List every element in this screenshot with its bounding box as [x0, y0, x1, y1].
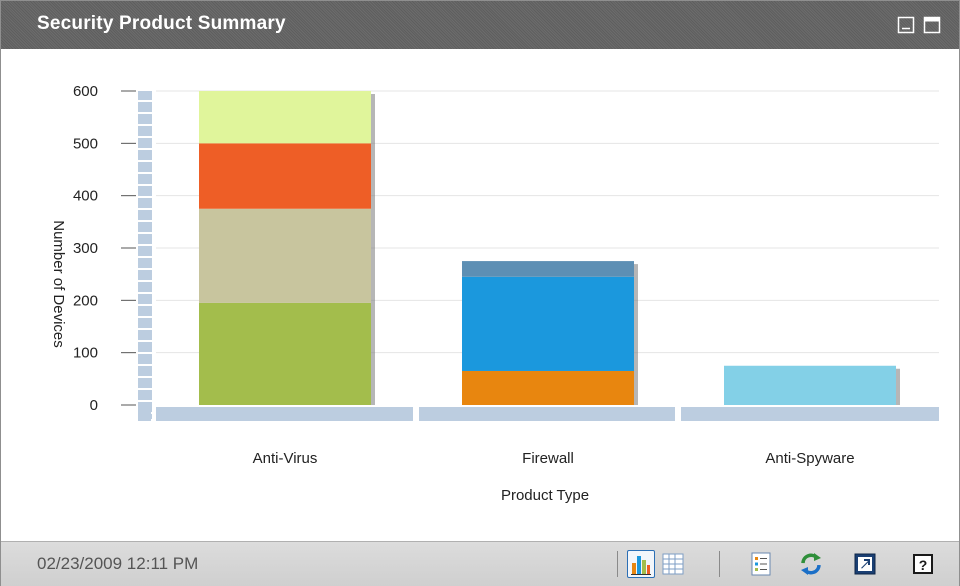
maximize-icon[interactable]: [923, 16, 941, 34]
toolbar-divider: [719, 551, 720, 577]
y-tick-label: 200: [73, 292, 98, 309]
svg-text:?: ?: [919, 557, 928, 573]
panel-footer: 02/23/2009 12:11 PM ?: [1, 541, 959, 586]
x-axis-floor: [156, 407, 413, 421]
bar-chart-icon[interactable]: [627, 550, 655, 578]
bar-segment-anti-spyware-1[interactable]: [724, 365, 896, 405]
y-axis-title: Number of Devices: [50, 220, 67, 348]
y-tick-label: 0: [90, 397, 98, 414]
help-icon[interactable]: ?: [909, 550, 937, 578]
x-axis-floor: [138, 407, 151, 421]
open-external-icon[interactable]: [851, 550, 879, 578]
y-tick-label: 500: [73, 135, 98, 152]
minimize-icon[interactable]: [897, 16, 915, 34]
x-axis-floor: [681, 407, 939, 421]
y-tick-label: 100: [73, 345, 98, 362]
bar-segment-anti-virus-2[interactable]: [199, 208, 371, 303]
bar-shadow: [634, 264, 638, 405]
bar-segment-anti-virus-4[interactable]: [199, 91, 371, 144]
x-tick-label: Firewall: [522, 450, 574, 467]
panel-titlebar: Security Product Summary: [1, 1, 959, 49]
x-tick-label: Anti-Virus: [253, 450, 318, 467]
bar-shadow: [896, 368, 900, 405]
toolbar-divider: [617, 551, 618, 577]
y-tick-label: 400: [73, 188, 98, 205]
x-tick-label: Anti-Spyware: [765, 450, 854, 467]
security-product-summary-panel: Security Product Summary 0 100 200 300 400 50…: [0, 0, 960, 586]
x-axis-title: Product Type: [501, 487, 589, 504]
y-tick-label: 300: [73, 240, 98, 257]
chart-area: 0 100 200 300 400 500 600 Anti-Virus Firewall Ant…: [1, 49, 959, 539]
bar-segment-firewall-3[interactable]: [462, 261, 634, 277]
bar-segment-firewall-1[interactable]: [462, 370, 634, 405]
bar-segment-anti-virus-1[interactable]: [199, 302, 371, 405]
last-updated-timestamp: 02/23/2009 12:11 PM: [37, 554, 199, 573]
table-view-icon[interactable]: [659, 550, 687, 578]
refresh-icon[interactable]: [797, 550, 825, 578]
bar-segment-anti-virus-3[interactable]: [199, 143, 371, 209]
panel-title: Security Product Summary: [37, 13, 286, 34]
y-tick-label: 600: [73, 83, 98, 100]
stacked-bar-chart: 0 100 200 300 400 500 600 Anti-Virus Firewall Ant…: [50, 83, 939, 504]
x-axis-floor: [419, 407, 675, 421]
bar-segment-firewall-2[interactable]: [462, 276, 634, 371]
details-list-icon[interactable]: [747, 550, 775, 578]
y-axis-wall: [138, 91, 152, 419]
bar-shadow: [371, 94, 375, 405]
